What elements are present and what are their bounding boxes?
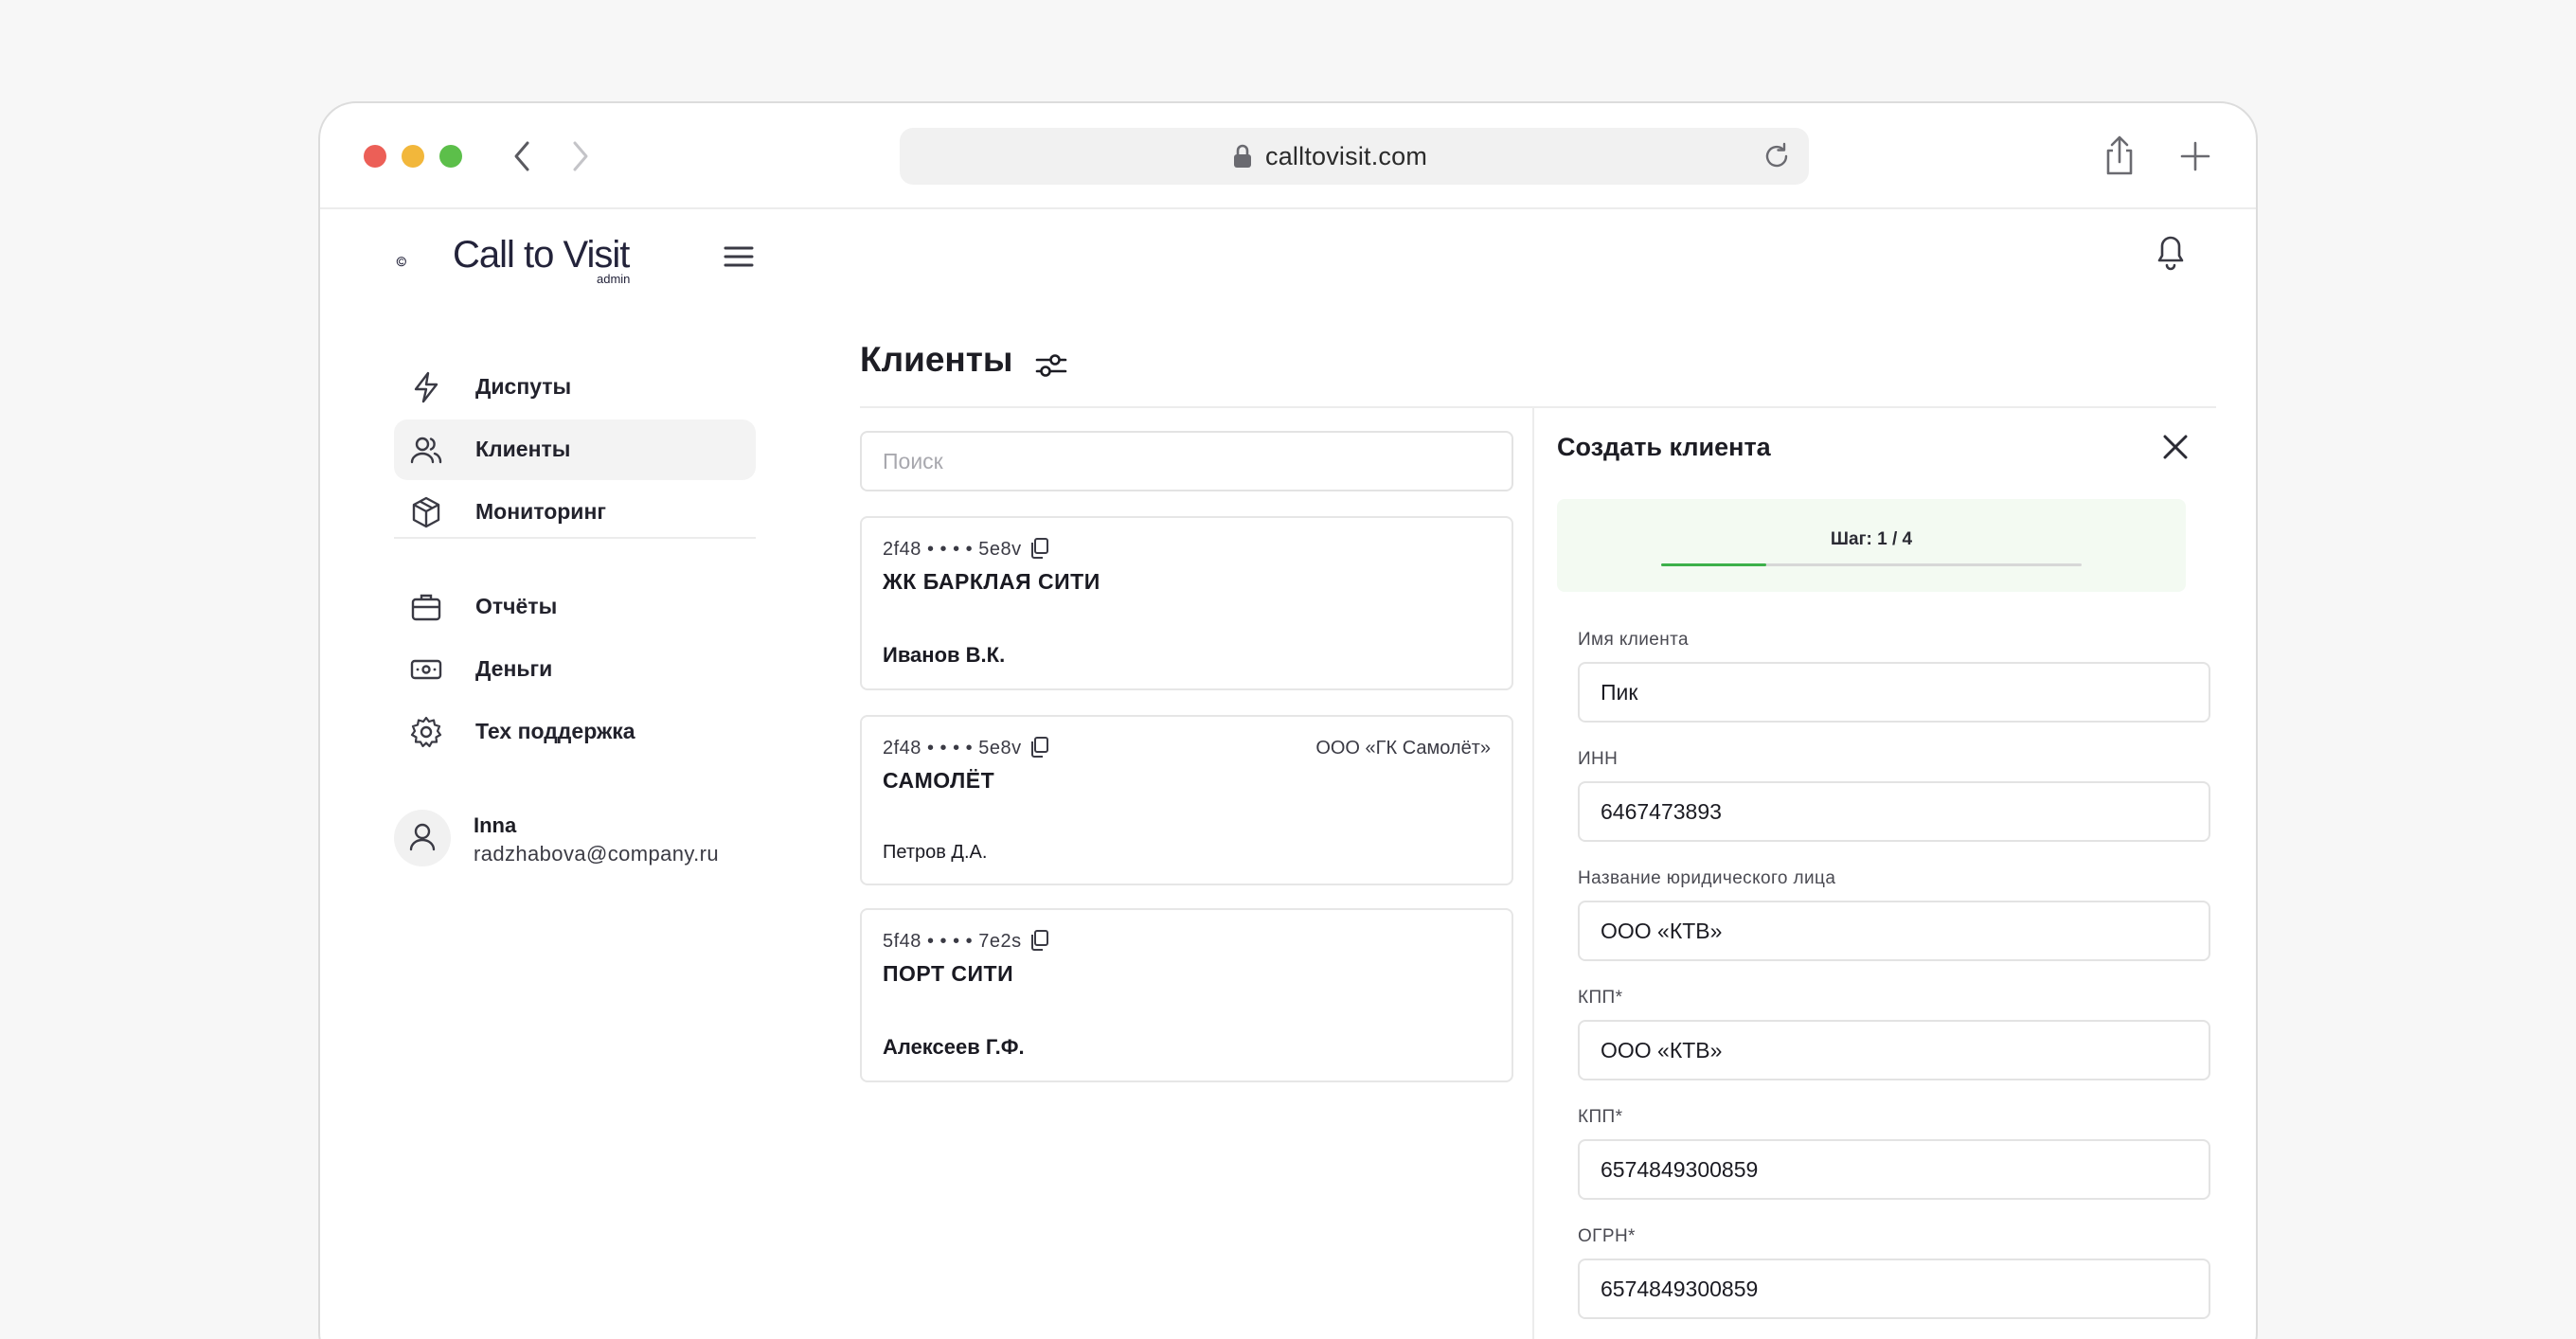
field-label-client-name: Имя клиента: [1578, 630, 1690, 650]
users-icon: [410, 437, 442, 464]
client-contact: Алексеев Г.Ф.: [883, 1035, 1025, 1059]
inn-field[interactable]: [1578, 781, 2210, 842]
client-name: ЖК БАРКЛАЯ СИТИ: [883, 569, 1100, 594]
client-name: ПОРТ СИТИ: [883, 961, 1014, 986]
user-icon: [409, 823, 436, 851]
forward-arrow-icon[interactable]: [561, 137, 599, 175]
url-text: calltovisit.com: [1265, 142, 1428, 170]
field-label-legal-name: Название юридического лица: [1578, 868, 1836, 888]
sidebar-item-label: Диспуты: [475, 374, 572, 399]
user-email: radzhabova@company.ru: [474, 842, 720, 866]
close-icon[interactable]: [2157, 429, 2193, 465]
client-card[interactable]: 2f48 • • • • 5e8v ООО «ГК Самолёт» САМОЛ…: [860, 715, 1513, 885]
client-card[interactable]: 5f48 • • • • 7e2s ПОРТ СИТИ Алексеев Г.Ф…: [860, 908, 1513, 1082]
browser-toolbar: calltovisit.com: [320, 103, 2256, 209]
sidebar-item-label: Отчёты: [475, 594, 558, 618]
menu-icon[interactable]: [724, 243, 754, 270]
sidebar-item-money[interactable]: Деньги: [394, 639, 756, 700]
client-org: ООО «ГК Самолёт»: [1315, 738, 1491, 759]
client-id: 2f48 • • • • 5e8v: [883, 539, 1022, 560]
panel-divider: [1532, 408, 1534, 1339]
user-name: Inna: [474, 813, 517, 837]
page-title: Клиенты: [860, 340, 1013, 379]
sidebar-item-label: Тех поддержка: [475, 719, 635, 743]
banknote-icon: [410, 659, 442, 680]
bell-icon[interactable]: [2152, 230, 2190, 272]
briefcase-icon: [411, 594, 441, 621]
browser-window: calltovisit.com Call to Visit admin Дисп…: [318, 101, 2258, 1339]
sidebar-item-support[interactable]: Тех поддержка: [394, 702, 756, 762]
search-input[interactable]: [860, 431, 1513, 491]
sidebar-item-disputes[interactable]: Диспуты: [394, 357, 756, 418]
client-card[interactable]: 2f48 • • • • 5e8v ЖК БАРКЛАЯ СИТИ Иванов…: [860, 516, 1513, 690]
client-id: 5f48 • • • • 7e2s: [883, 931, 1022, 952]
close-window-button[interactable]: [364, 145, 386, 168]
call-to-visit-logo-icon: [396, 257, 406, 267]
brand-name: Call to Visit: [453, 234, 630, 276]
step-label: Шаг: 1 / 4: [1830, 529, 1913, 549]
copy-icon[interactable]: [1029, 929, 1049, 952]
sidebar-item-clients[interactable]: Клиенты: [394, 420, 756, 480]
step-progress-track: [1661, 563, 2082, 566]
step-indicator: Шаг: 1 / 4: [1557, 499, 2186, 592]
back-arrow-icon[interactable]: [504, 137, 542, 175]
step-progress-fill: [1661, 563, 1766, 566]
client-name: САМОЛЁТ: [883, 768, 995, 793]
new-tab-icon[interactable]: [2178, 139, 2212, 173]
kpp-field[interactable]: [1578, 1020, 2210, 1080]
copy-icon[interactable]: [1029, 537, 1049, 560]
reload-icon[interactable]: [1762, 141, 1792, 171]
filter-icon[interactable]: [1034, 349, 1068, 382]
share-icon[interactable]: [2101, 135, 2138, 177]
field-label-kpp: КПП*: [1578, 988, 1623, 1008]
client-contact: Петров Д.А.: [883, 842, 988, 863]
sidebar-item-reports[interactable]: Отчёты: [394, 577, 756, 637]
brand-subtitle: admin: [597, 272, 631, 286]
sidebar-divider: [394, 537, 756, 539]
client-id: 2f48 • • • • 5e8v: [883, 738, 1022, 759]
copy-icon[interactable]: [1029, 736, 1049, 759]
create-client-title: Создать клиента: [1557, 433, 1771, 461]
legal-name-field[interactable]: [1578, 901, 2210, 961]
sidebar-item-label: Клиенты: [475, 437, 571, 461]
ogrn-field[interactable]: [1578, 1259, 2210, 1319]
maximize-window-button[interactable]: [439, 145, 462, 168]
client-contact: Иванов В.К.: [883, 643, 1006, 667]
main-divider: [860, 406, 2216, 408]
field-label-ogrn: ОГРН*: [1578, 1226, 1636, 1246]
avatar[interactable]: [394, 810, 451, 866]
minimize-window-button[interactable]: [402, 145, 424, 168]
box-icon: [412, 496, 440, 528]
gear-icon: [410, 716, 442, 748]
address-bar[interactable]: calltovisit.com: [900, 128, 1809, 185]
client-name-field[interactable]: [1578, 662, 2210, 723]
field-label-kpp-2: КПП*: [1578, 1107, 1623, 1127]
sidebar-item-monitoring[interactable]: Мониторинг: [394, 482, 756, 543]
kpp-field-2[interactable]: [1578, 1139, 2210, 1200]
lock-icon: [1234, 144, 1251, 168]
sidebar-item-label: Деньги: [475, 656, 553, 681]
sidebar-item-label: Мониторинг: [475, 499, 606, 524]
lightning-icon: [414, 371, 438, 403]
field-label-inn: ИНН: [1578, 749, 1619, 769]
